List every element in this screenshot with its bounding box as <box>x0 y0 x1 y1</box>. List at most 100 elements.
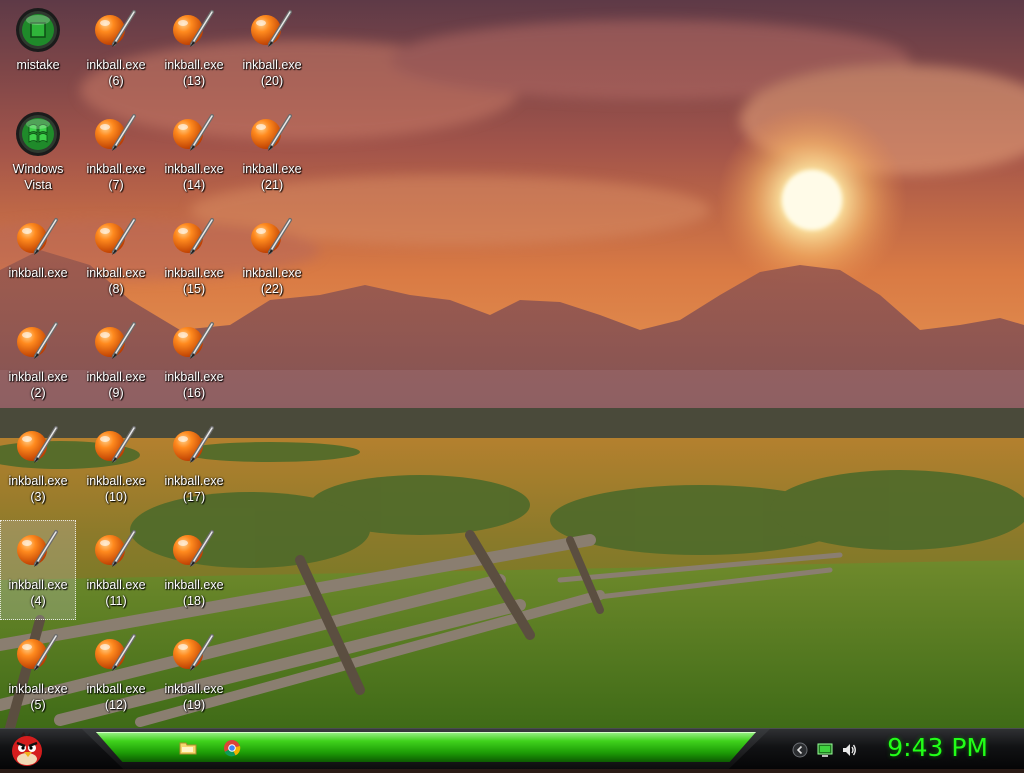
desktop-shortcut-label: inkball.exe (14) <box>156 161 232 193</box>
label-line-1: inkball.exe <box>242 266 302 280</box>
label-line-1: inkball.exe <box>86 162 146 176</box>
desktop-shortcut[interactable]: inkball.exe (8) <box>78 208 154 308</box>
network-icon[interactable] <box>817 742 833 758</box>
label-line-1: inkball.exe <box>86 266 146 280</box>
label-line-1: inkball.exe <box>86 578 146 592</box>
desktop-shortcut[interactable]: inkball.exe (16) <box>156 312 232 412</box>
desktop-shortcut-label: inkball.exe (5) <box>0 681 76 713</box>
desktop-shortcut[interactable]: inkball.exe (4) <box>0 520 76 620</box>
inkball-icon <box>14 526 62 574</box>
start-button[interactable] <box>6 730 48 768</box>
label-line-1: inkball.exe <box>86 370 146 384</box>
desktop-shortcut-label: inkball.exe <box>0 265 76 281</box>
inkball-icon <box>170 214 218 262</box>
inkball-icon <box>170 422 218 470</box>
label-line-1: inkball.exe <box>164 578 224 592</box>
label-line-1: inkball.exe <box>8 474 68 488</box>
desktop-shortcut[interactable]: inkball.exe (14) <box>156 104 232 204</box>
label-line-1: inkball.exe <box>164 474 224 488</box>
desktop-shortcut[interactable]: inkball.exe (6) <box>78 0 154 100</box>
taskbar-clock[interactable]: 9:43 PM <box>887 733 988 762</box>
label-line-1: inkball.exe <box>242 162 302 176</box>
desktop-shortcut-label: inkball.exe (21) <box>234 161 310 193</box>
label-line-2: (21) <box>260 178 284 192</box>
label-line-2: (8) <box>108 282 124 296</box>
label-line-2: (2) <box>30 386 46 400</box>
desktop-shortcut-label: inkball.exe (17) <box>156 473 232 505</box>
inkball-icon <box>92 526 140 574</box>
chevron-left-icon[interactable] <box>792 742 808 758</box>
desktop-shortcut-label: inkball.exe (11) <box>78 577 154 609</box>
inkball-icon <box>92 318 140 366</box>
label-line-1: inkball.exe <box>8 682 68 696</box>
desktop-shortcut[interactable]: inkball.exe (12) <box>78 624 154 724</box>
inkball-icon <box>170 526 218 574</box>
label-line-1: inkball.exe <box>164 266 224 280</box>
inkball-icon <box>92 6 140 54</box>
desktop-shortcut-label: inkball.exe (19) <box>156 681 232 713</box>
label-line-2: (20) <box>260 74 284 88</box>
desktop-shortcut-label: inkball.exe (9) <box>78 369 154 401</box>
desktop-shortcut[interactable]: inkball.exe (20) <box>234 0 310 100</box>
label-line-1: inkball.exe <box>164 162 224 176</box>
desktop-shortcut[interactable]: inkball.exe (3) <box>0 416 76 516</box>
label-line-2: (15) <box>182 282 206 296</box>
desktop-shortcut[interactable]: inkball.exe (9) <box>78 312 154 412</box>
mistake-icon <box>14 6 62 54</box>
label-line-2: (6) <box>108 74 124 88</box>
desktop-shortcut-label: inkball.exe (18) <box>156 577 232 609</box>
label-line-2: (17) <box>182 490 206 504</box>
desktop-shortcut-label: inkball.exe (22) <box>234 265 310 297</box>
desktop-shortcut-label: inkball.exe (7) <box>78 161 154 193</box>
inkball-icon <box>170 6 218 54</box>
chrome-icon[interactable] <box>223 739 241 757</box>
label-line-1: inkball.exe <box>164 370 224 384</box>
inkball-icon <box>248 6 296 54</box>
label-line-2: (9) <box>108 386 124 400</box>
label-line-2: (3) <box>30 490 46 504</box>
inkball-icon <box>170 630 218 678</box>
inkball-icon <box>92 214 140 262</box>
label-line-1: inkball.exe <box>86 682 146 696</box>
desktop-shortcut[interactable]: inkball.exe (7) <box>78 104 154 204</box>
desktop-shortcut-label: inkball.exe (15) <box>156 265 232 297</box>
desktop-shortcut[interactable]: inkball.exe (22) <box>234 208 310 308</box>
angry-bird-icon <box>12 732 42 766</box>
desktop-shortcut[interactable]: inkball.exe (19) <box>156 624 232 724</box>
desktop-shortcut-label: Windows Vista <box>0 161 76 193</box>
desktop-shortcut[interactable]: inkball.exe (17) <box>156 416 232 516</box>
label-line-2: (13) <box>182 74 206 88</box>
folder-icon[interactable] <box>179 739 197 757</box>
desktop-icon-area[interactable]: mistake Windows Vista inkball.exe inkball.ex… <box>0 0 1024 728</box>
label-line-2: (7) <box>108 178 124 192</box>
desktop-shortcut[interactable]: inkball.exe (11) <box>78 520 154 620</box>
inkball-icon <box>170 318 218 366</box>
desktop-shortcut[interactable]: inkball.exe (15) <box>156 208 232 308</box>
desktop-shortcut-label: inkball.exe (8) <box>78 265 154 297</box>
label-line-1: inkball.exe <box>86 58 146 72</box>
label-line-1: inkball.exe <box>8 266 68 280</box>
label-line-1: inkball.exe <box>8 370 68 384</box>
inkball-icon <box>248 110 296 158</box>
desktop-shortcut[interactable]: Windows Vista <box>0 104 76 204</box>
desktop-shortcut-label: inkball.exe (13) <box>156 57 232 89</box>
desktop-shortcut-label: inkball.exe (2) <box>0 369 76 401</box>
desktop-shortcut[interactable]: inkball.exe (18) <box>156 520 232 620</box>
inkball-icon <box>92 630 140 678</box>
desktop-shortcut-label: inkball.exe (20) <box>234 57 310 89</box>
desktop-shortcut-label: inkball.exe (12) <box>78 681 154 713</box>
desktop-shortcut-label: mistake <box>0 57 76 73</box>
desktop-shortcut-label: inkball.exe (16) <box>156 369 232 401</box>
desktop-shortcut[interactable]: mistake <box>0 0 76 100</box>
label-line-2: Vista <box>24 178 52 192</box>
desktop-shortcut[interactable]: inkball.exe (13) <box>156 0 232 100</box>
volume-icon[interactable] <box>841 742 857 758</box>
desktop-shortcut[interactable]: inkball.exe (2) <box>0 312 76 412</box>
label-line-1: inkball.exe <box>86 474 146 488</box>
desktop-shortcut[interactable]: inkball.exe (21) <box>234 104 310 204</box>
label-line-2: (19) <box>182 698 206 712</box>
inkball-icon <box>14 318 62 366</box>
desktop-shortcut[interactable]: inkball.exe <box>0 208 76 308</box>
desktop-shortcut[interactable]: inkball.exe (5) <box>0 624 76 724</box>
desktop-shortcut[interactable]: inkball.exe (10) <box>78 416 154 516</box>
